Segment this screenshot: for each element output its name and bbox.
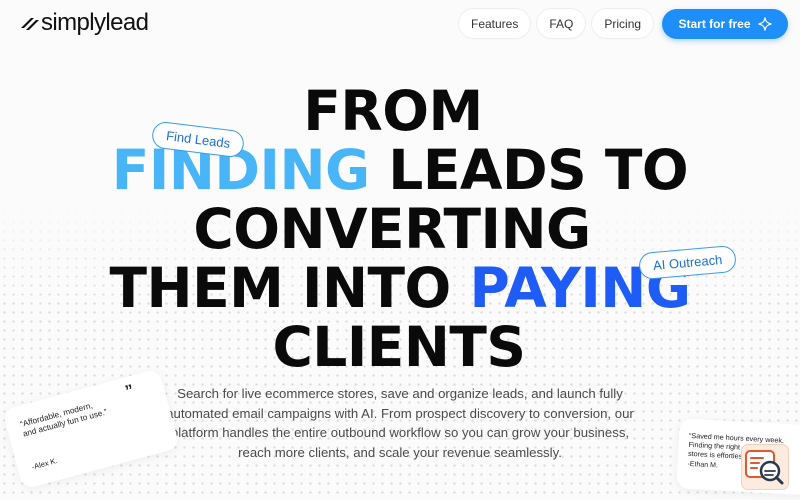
headline-line-4-start: THEM INTO [109, 256, 470, 320]
nav-pricing[interactable]: Pricing [592, 9, 654, 38]
sparkle-icon [757, 17, 772, 31]
testimonial-author: -Alex K. [30, 455, 59, 472]
testimonial-quote: “Affordable, modern, and actually fun to… [19, 392, 130, 440]
start-for-free-button[interactable]: Start for free [662, 9, 788, 39]
slash-logo-icon [21, 18, 39, 30]
brand-name: simplylead [41, 9, 149, 36]
hero-subtitle: Search for live ecommerce stores, save a… [150, 384, 650, 462]
nav-features[interactable]: Features [459, 9, 531, 38]
testimonial-author: -Ethan M. [687, 460, 719, 470]
nav-faq[interactable]: FAQ [537, 9, 586, 38]
hero-headline: FROM FINDING LEADS TO CONVERTING THEM IN… [0, 82, 800, 377]
subtitle-line-4: reach more clients, and scale your reven… [238, 444, 562, 460]
headline-line-1: FROM [303, 79, 483, 143]
cta-label: Start for free [678, 17, 751, 31]
subtitle-line-1: Search for live ecommerce stores, save a… [177, 386, 623, 401]
subtitle-line-3: platform handles the entire outbound wor… [170, 425, 630, 440]
testimonial-card-alex: “Affordable, modern, and actually fun to… [2, 368, 180, 490]
chat-search-icon [745, 450, 784, 485]
headline-line-5: CLIENTS [272, 315, 526, 379]
headline-line-2: FINDING LEADS TO [0, 141, 800, 200]
chat-widget-button[interactable] [741, 444, 789, 490]
subtitle-line-2: automated email campaigns with AI. From … [166, 405, 634, 421]
brand-logo[interactable]: simplylead [18, 9, 149, 36]
headline-line-2-rest: LEADS TO [369, 138, 689, 202]
main-nav: Features FAQ Pricing [459, 9, 654, 38]
